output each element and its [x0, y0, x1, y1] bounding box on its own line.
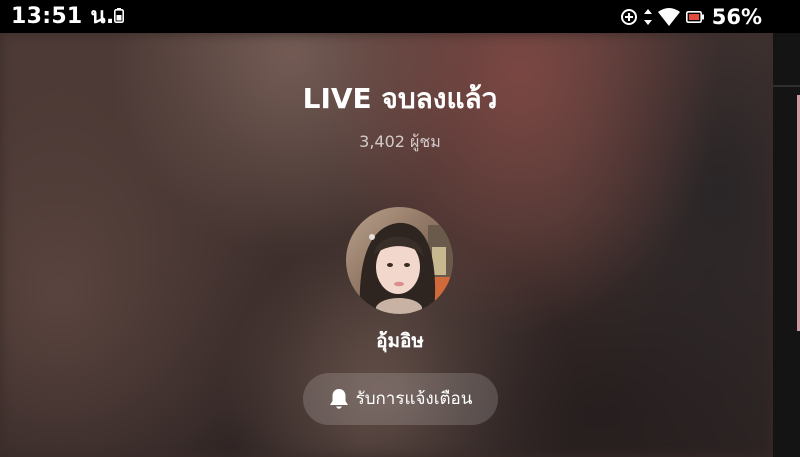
notify-button-label: รับการแจ้งเตือน: [355, 389, 473, 409]
screen: 13:51 น. 56% LIVE จบลงแล้ว 3,402 ผู้ชม อ…: [0, 0, 800, 457]
bell-icon: [329, 388, 349, 410]
status-bar: 13:51 น. 56%: [0, 0, 800, 33]
wifi-icon: [657, 8, 680, 26]
data-saver-icon: [620, 8, 638, 26]
host-name[interactable]: อุ้มอิษ: [0, 328, 773, 354]
viewer-count: 3,402 ผู้ชม: [359, 132, 441, 151]
data-arrows-icon: [643, 9, 652, 25]
get-notifications-button[interactable]: รับการแจ้งเตือน: [303, 373, 498, 425]
status-icons: 56%: [620, 5, 762, 29]
side-divider: [773, 85, 800, 87]
status-time: 13:51 น.: [11, 4, 115, 29]
battery-percent: 56%: [711, 5, 762, 29]
battery-saver-icon: [114, 8, 124, 27]
battery-icon: [685, 11, 704, 23]
host-avatar[interactable]: [346, 207, 453, 314]
side-panel-edge: [773, 33, 800, 457]
live-ended-title: LIVE จบลงแล้ว: [302, 82, 498, 115]
live-ended-panel: LIVE จบลงแล้ว 3,402 ผู้ชม อุ้มอิษ รับการ…: [0, 33, 773, 457]
